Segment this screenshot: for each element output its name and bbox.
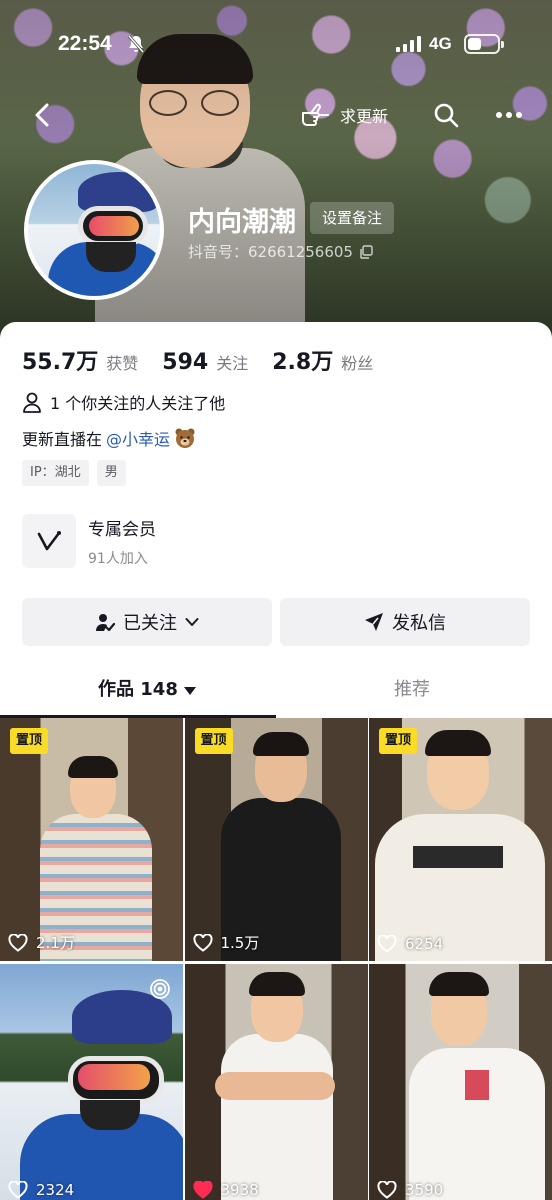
video-grid: 置顶 2.1万 置顶 1.5万 置顶 6254 2324 3938 3590 (0, 718, 552, 1200)
following-button[interactable]: 已关注 (22, 598, 272, 646)
video-thumbnail[interactable]: 2324 (0, 964, 183, 1200)
content-tabs: 作品 148 推荐 (0, 674, 552, 718)
tab-works[interactable]: 作品 148 (98, 674, 196, 718)
like-count-text: 2.1万 (36, 934, 75, 952)
stat-label: 关注 (216, 354, 249, 373)
mutual-follow-info[interactable]: 1 个你关注的人关注了他 (22, 390, 225, 414)
stat-likes[interactable]: 55.7万 获赞 (22, 344, 138, 376)
network-label: 4G (429, 34, 452, 53)
pinned-badge: 置顶 (10, 728, 49, 754)
bear-emoji-icon (175, 428, 195, 448)
like-count-text: 1.5万 (220, 934, 260, 952)
paper-plane-icon (365, 613, 383, 631)
video-thumbnail[interactable]: 置顶 2.1万 (0, 718, 183, 961)
request-update-button[interactable]: 求更新 (300, 100, 388, 130)
triangle-down-icon (183, 687, 196, 695)
video-cover-image (0, 718, 183, 961)
search-icon[interactable] (433, 102, 459, 128)
action-row: 已关注 发私信 (22, 598, 530, 646)
heart-outline-icon (8, 933, 28, 952)
video-cover-image (369, 964, 552, 1200)
video-cover-image (369, 718, 552, 961)
video-thumbnail[interactable]: 3590 (369, 964, 552, 1200)
tab-recommend[interactable]: 推荐 (394, 674, 430, 718)
like-count: 3938 (192, 1181, 259, 1199)
stat-label: 粉丝 (341, 354, 374, 373)
status-time: 22:54 (58, 32, 112, 55)
copy-icon[interactable] (359, 244, 373, 259)
profile-panel: 55.7万 获赞 594 关注 2.8万 粉丝 1 个你关注的人关注了他 更新直… (0, 322, 552, 1200)
bio: 更新直播在 @小幸运 (22, 426, 196, 450)
mutual-follow-text: 1 个你关注的人关注了他 (50, 394, 226, 413)
heart-filled-icon (192, 1181, 213, 1199)
signal-icon (396, 36, 421, 52)
tab-works-label: 作品 148 (98, 679, 178, 700)
tag-row: IP：湖北 男 (22, 460, 134, 486)
like-count-text: 3938 (220, 1181, 259, 1199)
like-count: 6254 (377, 935, 443, 953)
member-entry[interactable]: 专属会员 91人加入 (22, 514, 156, 568)
stat-following[interactable]: 594 关注 (162, 350, 248, 375)
back-arrow-icon[interactable] (28, 100, 58, 130)
pinned-badge: 置顶 (379, 728, 418, 754)
heart-outline-icon (377, 935, 397, 953)
person-check-icon (96, 614, 115, 632)
like-count: 1.5万 (192, 932, 260, 953)
heart-outline-icon (8, 1181, 28, 1199)
video-thumbnail[interactable]: 置顶 6254 (369, 718, 552, 961)
video-thumbnail[interactable]: 3938 (184, 964, 368, 1200)
douyin-id[interactable]: 抖音号：62661256605 (188, 241, 373, 262)
member-count: 91人加入 (88, 550, 148, 567)
video-thumbnail[interactable]: 置顶 1.5万 (184, 718, 368, 961)
like-count: 2.1万 (8, 932, 75, 953)
stat-value: 55.7万 (22, 350, 99, 375)
member-title: 专属会员 (88, 519, 156, 540)
like-count-text: 3590 (405, 1181, 444, 1199)
send-message-button[interactable]: 发私信 (280, 598, 530, 646)
bell-off-icon (127, 35, 145, 53)
following-label: 已关注 (123, 613, 177, 634)
status-bar: 22:54 4G (0, 0, 552, 88)
mention-link[interactable]: @小幸运 (106, 426, 170, 450)
like-count-text: 2324 (36, 1181, 75, 1199)
video-cover-image (184, 718, 368, 961)
send-message-label: 发私信 (392, 613, 446, 634)
stat-label: 获赞 (106, 354, 139, 373)
like-count: 3590 (377, 1181, 443, 1199)
chevron-down-icon (185, 618, 199, 626)
display-name: 内向潮潮 (188, 207, 296, 238)
member-logo-icon (22, 514, 76, 568)
douyin-id-text: 抖音号：62661256605 (188, 243, 353, 261)
battery-icon (464, 34, 504, 54)
stats-row: 55.7万 获赞 594 关注 2.8万 粉丝 (22, 344, 397, 376)
stat-value: 2.8万 (272, 350, 334, 375)
request-update-label: 求更新 (340, 107, 389, 126)
pointing-hand-icon (302, 103, 329, 126)
like-count-text: 6254 (405, 935, 444, 953)
pinned-badge: 置顶 (194, 728, 233, 754)
person-icon (23, 392, 41, 413)
gender-tag: 男 (96, 460, 126, 486)
more-icon[interactable] (494, 104, 524, 126)
live-broadcast-icon (150, 979, 170, 999)
like-count: 2324 (8, 1181, 74, 1199)
stat-followers[interactable]: 2.8万 粉丝 (272, 344, 373, 376)
avatar[interactable] (24, 160, 164, 300)
heart-outline-icon (192, 933, 213, 952)
ip-location-tag: IP：湖北 (22, 460, 89, 486)
video-cover-image (184, 964, 368, 1200)
set-remark-button[interactable]: 设置备注 (310, 202, 395, 234)
heart-outline-icon (377, 1181, 397, 1199)
bio-text: 更新直播在 (22, 430, 103, 449)
stat-value: 594 (162, 350, 209, 375)
